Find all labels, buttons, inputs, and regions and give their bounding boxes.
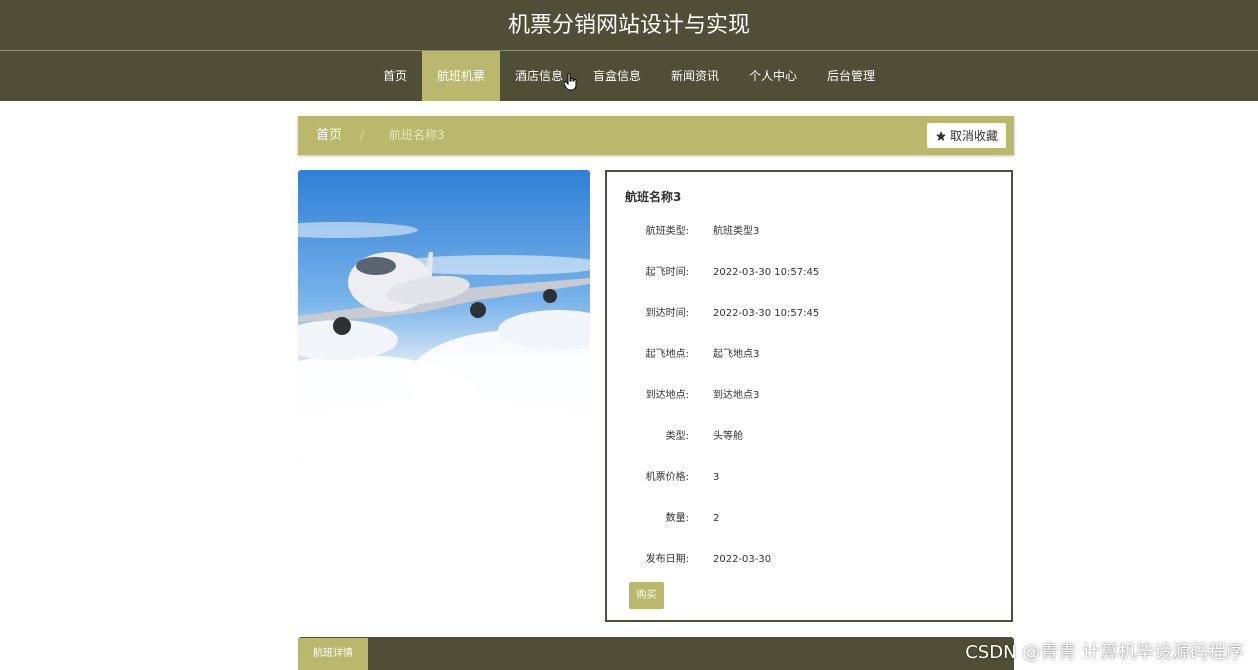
detail-row-departure-place: 起飞地点: 起飞地点3: [607, 345, 1007, 365]
nav-item-admin[interactable]: 后台管理: [812, 51, 890, 101]
detail-label: 航班类型:: [645, 226, 689, 237]
breadcrumb-home-link[interactable]: 首页: [316, 116, 342, 155]
main-nav: 首页 航班机票 酒店信息 盲盒信息 新闻资讯 个人中心 后台管理: [0, 51, 1258, 101]
detail-label: 起飞地点:: [645, 349, 689, 360]
detail-value: 起飞地点3: [713, 349, 760, 360]
site-header: 机票分销网站设计与实现 首页 航班机票 酒店信息 盲盒信息 新闻资讯 个人中心 …: [0, 0, 1258, 101]
cancel-favorite-label: 取消收藏: [949, 129, 998, 143]
flight-detail-panel: 航班名称3 航班类型: 航班类型3 起飞时间: 2022-03-30 10:57…: [605, 170, 1013, 622]
detail-row-arrival-place: 到达地点: 到达地点3: [607, 386, 1007, 406]
detail-value: 头等舱: [713, 431, 743, 442]
detail-value: 2: [713, 513, 720, 524]
nav-item-home[interactable]: 首页: [368, 51, 422, 101]
detail-value: 航班类型3: [713, 226, 760, 237]
detail-label: 到达时间:: [645, 308, 689, 319]
hand-cursor-icon: [564, 73, 577, 91]
detail-value: 3: [713, 472, 720, 483]
detail-label: 机票价格:: [645, 472, 689, 483]
breadcrumb-separator: /: [360, 128, 365, 142]
detail-label: 数量:: [665, 513, 689, 524]
detail-label: 到达地点:: [645, 390, 689, 401]
breadcrumb: 首页 / 航班名称3 取消收藏: [298, 116, 1014, 155]
detail-row-publish-date: 发布日期: 2022-03-30: [607, 550, 1007, 570]
flight-name: 航班名称3: [625, 190, 682, 204]
detail-row-quantity: 数量: 2: [607, 509, 1007, 529]
flight-image: [298, 170, 590, 462]
detail-row-departure-time: 起飞时间: 2022-03-30 10:57:45: [607, 263, 1007, 283]
watermark: CSDN @青青 计算机毕设源码程序: [965, 642, 1244, 663]
detail-row-flight-type: 航班类型: 航班类型3: [607, 222, 1007, 242]
nav-item-blind-box[interactable]: 盲盒信息: [578, 51, 656, 101]
detail-row-cabin-type: 类型: 头等舱: [607, 427, 1007, 447]
detail-label: 起飞时间:: [645, 267, 689, 278]
breadcrumb-current: 航班名称3: [389, 128, 445, 142]
cancel-favorite-button[interactable]: 取消收藏: [926, 123, 1006, 148]
detail-label: 发布日期:: [645, 554, 689, 565]
detail-label: 类型:: [665, 431, 689, 442]
tab-flight-detail[interactable]: 航班详情: [298, 638, 368, 670]
detail-value: 2022-03-30: [713, 554, 772, 565]
nav-item-profile[interactable]: 个人中心: [734, 51, 812, 101]
site-title: 机票分销网站设计与实现: [507, 13, 750, 38]
detail-tabs: 航班详情: [298, 637, 1014, 670]
detail-row-ticket-price: 机票价格: 3: [607, 468, 1007, 488]
detail-value: 到达地点3: [713, 390, 760, 401]
detail-value: 2022-03-30 10:57:45: [713, 267, 820, 278]
star-icon: [935, 130, 946, 141]
detail-row-arrival-time: 到达时间: 2022-03-30 10:57:45: [607, 304, 1007, 324]
nav-item-flights[interactable]: 航班机票: [421, 51, 500, 101]
buy-button[interactable]: 购买: [629, 582, 664, 609]
nav-item-news[interactable]: 新闻资讯: [656, 51, 734, 101]
detail-value: 2022-03-30 10:57:45: [713, 308, 820, 319]
